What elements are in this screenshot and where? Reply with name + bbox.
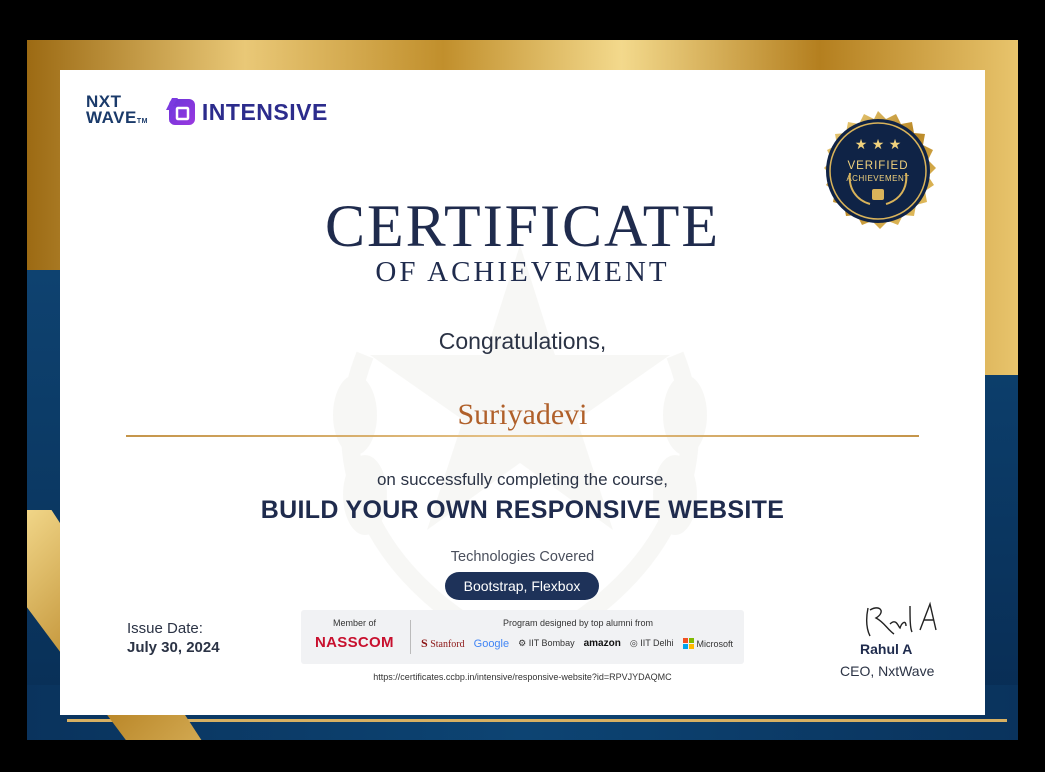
nxtwave-logo: NXT WAVETM [86, 93, 148, 130]
certificate-frame: NXT WAVETM INTENSIVE ★ ★ ★ VERIFIED ACHI… [27, 40, 1018, 740]
recipient-name: Suriyadevi [457, 398, 588, 431]
member-of-label: Member of [333, 618, 377, 628]
microsoft-squares-icon [682, 638, 694, 649]
intensive-logo: INTENSIVE [164, 96, 328, 128]
microsoft-logo: Microsoft [682, 638, 734, 649]
google-logo: Google [473, 637, 510, 650]
technologies-badge: Bootstrap, Flexbox [445, 572, 599, 600]
nxtwave-intensive-logo: NXT WAVETM INTENSIVE [86, 93, 328, 130]
completion-text: on successfully completing the course, [376, 470, 669, 489]
certificate-title: CERTIFICATE [324, 193, 721, 259]
nasscom-logo: NASSCOM [315, 634, 394, 651]
partners-divider [410, 620, 411, 654]
stanford-logo: S Stanford [421, 636, 465, 650]
iit-delhi-emblem-icon: ◎ [629, 638, 638, 648]
amazon-logo: amazon [583, 638, 621, 649]
iit-delhi-logo: ◎ IIT Delhi [630, 638, 674, 649]
iit-emblem-icon: ⚙ [518, 638, 527, 648]
issue-date-label: Issue Date: [127, 620, 203, 637]
technologies-label: Technologies Covered [450, 549, 595, 565]
issue-date-value: July 30, 2024 [127, 639, 220, 656]
seal-line1: VERIFIED [847, 160, 908, 172]
microsoft-label: Microsoft [696, 638, 734, 649]
certificate-subtitle: OF ACHIEVEMENT [375, 256, 670, 288]
intensive-label: INTENSIVE [201, 98, 328, 125]
course-name: BUILD YOUR OWN RESPONSIVE WEBSITE [260, 496, 785, 524]
nxtwave-logo-tm: TM [136, 118, 148, 125]
signatory-role: CEO, NxtWave [840, 663, 935, 679]
seal-stars: ★ ★ ★ [855, 137, 902, 153]
signature-icon [865, 601, 937, 637]
seal-line2: ACHIEVEMENT [846, 174, 909, 183]
certificate-card: NXT WAVETM INTENSIVE ★ ★ ★ VERIFIED ACHI… [60, 70, 985, 715]
signatory-name: Rahul A [860, 641, 913, 657]
nxtwave-logo-line2: WAVE [86, 108, 137, 127]
stanford-label: Stanford [430, 639, 465, 650]
gold-trim-line [67, 719, 1007, 722]
iit-delhi-label: IIT Delhi [640, 638, 674, 648]
iit-bombay-logo: ⚙ IIT Bombay [518, 638, 574, 649]
verification-url[interactable]: https://certificates.ccbp.in/intensive/r… [301, 672, 744, 682]
congratulations-text: Congratulations, [438, 328, 607, 354]
iit-bombay-label: IIT Bombay [528, 638, 575, 648]
partners-banner: Member of NASSCOM Program designed by to… [301, 610, 744, 664]
name-underline [126, 435, 919, 437]
designed-by-label: Program designed by top alumni from [502, 618, 654, 628]
issue-date-block: Issue Date: July 30, 2024 [127, 620, 220, 656]
partner-logos: S Stanford Google ⚙ IIT Bombay amazon ◎ … [421, 636, 733, 651]
intensive-bolt-icon [165, 98, 195, 125]
